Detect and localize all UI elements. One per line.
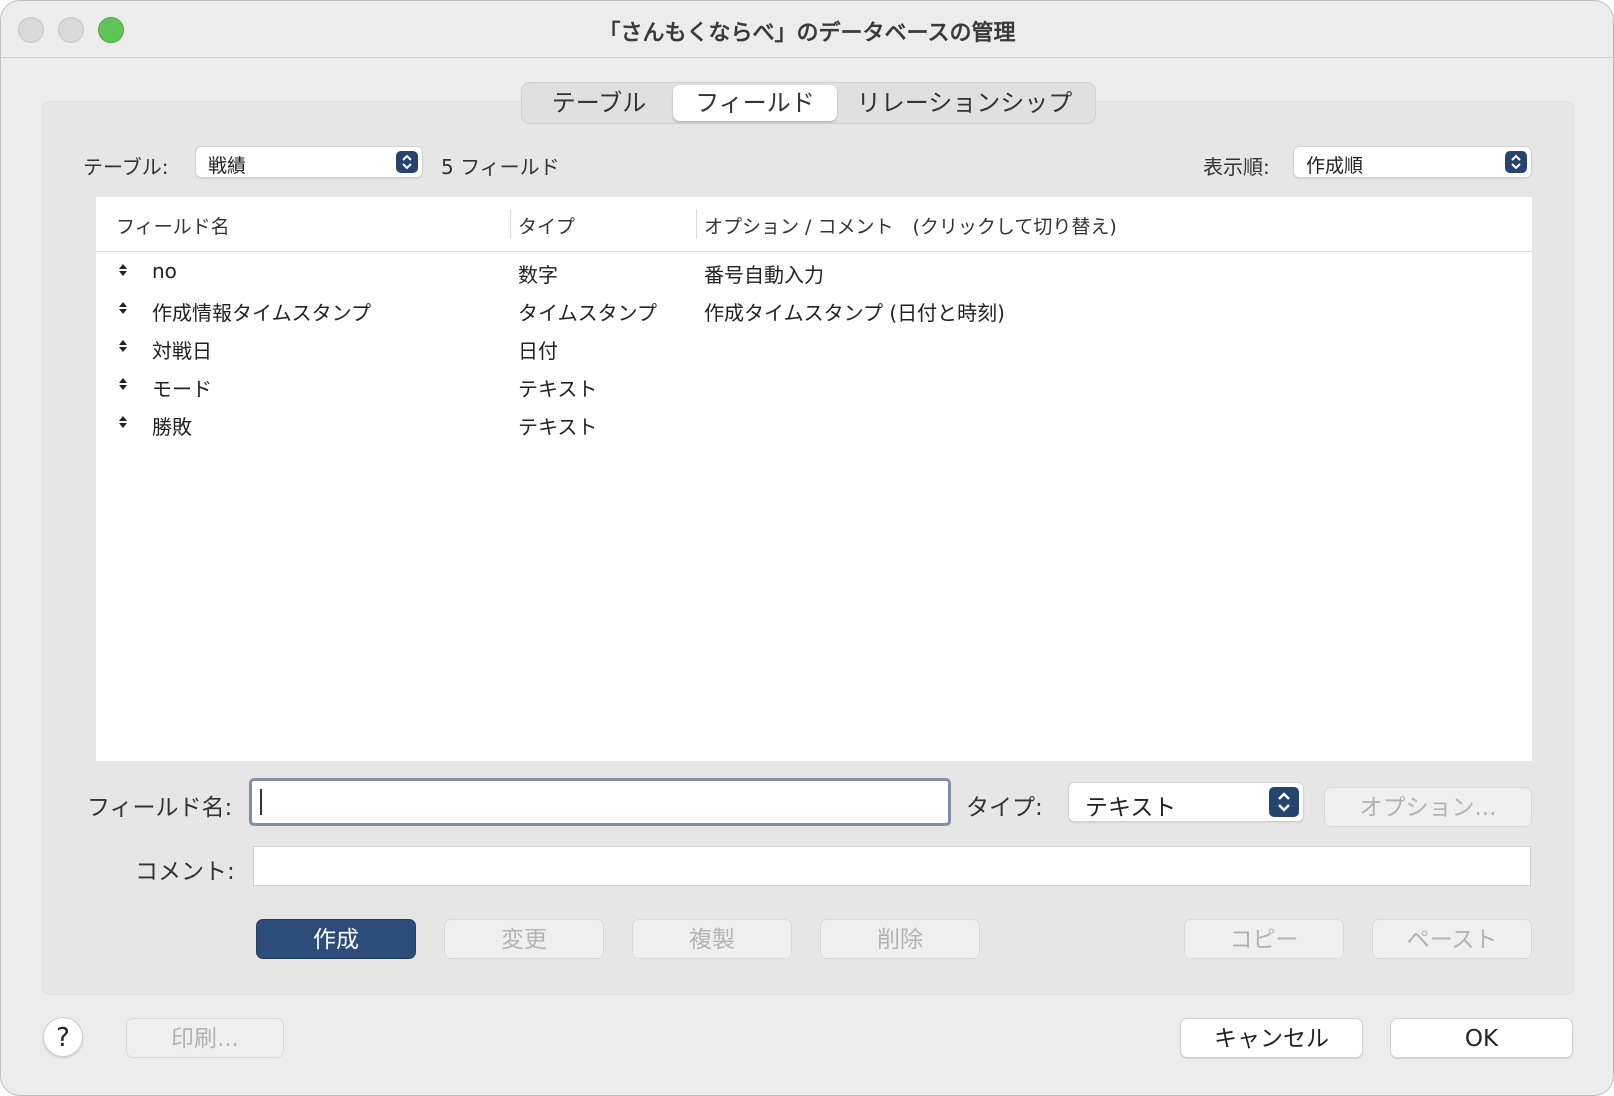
- drag-handle-icon[interactable]: [118, 300, 128, 320]
- sort-order-label: 表示順:: [1203, 155, 1270, 179]
- type-label: タイプ:: [966, 795, 1043, 821]
- field-name-cell: 作成情報タイムスタンプ: [152, 301, 371, 325]
- comment-label: コメント:: [135, 859, 235, 885]
- tab-relationships[interactable]: リレーションシップ: [837, 85, 1092, 121]
- table-row[interactable]: 勝敗 テキスト: [96, 405, 1532, 443]
- table-select-value: 戦績: [208, 155, 247, 177]
- column-header-options[interactable]: オプション / コメント (クリックして切り替え): [704, 212, 1117, 239]
- window-title: 「さんもくならべ」のデータベースの管理: [598, 21, 1016, 46]
- chevron-updown-icon: [1505, 151, 1527, 173]
- ok-button[interactable]: OK: [1390, 1018, 1573, 1058]
- field-type-value: テキスト: [1085, 795, 1177, 821]
- field-name-label: フィールド名:: [87, 795, 233, 821]
- field-count: 5 フィールド: [441, 155, 560, 179]
- table-row[interactable]: 対戦日 日付: [96, 329, 1532, 367]
- change-button[interactable]: 変更: [444, 919, 604, 959]
- table-row[interactable]: モード テキスト: [96, 367, 1532, 405]
- field-type-cell: 日付: [518, 339, 558, 363]
- chevron-updown-icon: [396, 151, 418, 173]
- field-name-cell: 対戦日: [152, 339, 212, 363]
- field-options-cell: 番号自動入力: [704, 263, 824, 287]
- table-header: フィールド名 タイプ オプション / コメント (クリックして切り替え): [96, 197, 1532, 252]
- comment-input[interactable]: [253, 846, 1531, 886]
- field-type-cell: テキスト: [518, 415, 598, 439]
- table-row[interactable]: 作成情報タイムスタンプ タイムスタンプ 作成タイムスタンプ (日付と時刻): [96, 291, 1532, 329]
- field-name-cell: 勝敗: [152, 415, 192, 439]
- sort-order-value: 作成順: [1306, 155, 1364, 177]
- field-type-select[interactable]: テキスト: [1068, 782, 1304, 822]
- manage-database-window: 「さんもくならべ」のデータベースの管理 テーブル フィールド リレーションシップ…: [0, 0, 1614, 1096]
- delete-button[interactable]: 削除: [820, 919, 980, 959]
- copy-button[interactable]: コピー: [1184, 919, 1344, 959]
- field-options-cell: 作成タイムスタンプ (日付と時刻): [704, 301, 1005, 325]
- options-button[interactable]: オプション...: [1324, 787, 1532, 827]
- tab-fields[interactable]: フィールド: [673, 85, 837, 121]
- drag-handle-icon[interactable]: [118, 338, 128, 358]
- field-name-cell: モード: [152, 377, 212, 401]
- field-type-cell: タイムスタンプ: [518, 301, 657, 325]
- paste-button[interactable]: ペースト: [1372, 919, 1532, 959]
- drag-handle-icon[interactable]: [118, 262, 128, 282]
- cancel-button[interactable]: キャンセル: [1180, 1018, 1363, 1058]
- tab-bar: テーブル フィールド リレーションシップ: [521, 82, 1096, 124]
- print-button[interactable]: 印刷...: [126, 1018, 284, 1058]
- create-button[interactable]: 作成: [256, 919, 416, 959]
- column-header-field-name[interactable]: フィールド名: [116, 212, 230, 239]
- tab-tables[interactable]: テーブル: [525, 85, 673, 121]
- column-divider[interactable]: [696, 209, 697, 239]
- field-type-cell: 数字: [518, 263, 558, 287]
- table-select-label: テーブル:: [83, 155, 169, 179]
- field-name-input[interactable]: [249, 778, 951, 826]
- column-header-type[interactable]: タイプ: [518, 212, 575, 239]
- sort-order-select[interactable]: 作成順: [1293, 146, 1532, 178]
- column-divider[interactable]: [510, 209, 511, 239]
- duplicate-button[interactable]: 複製: [632, 919, 792, 959]
- field-type-cell: テキスト: [518, 377, 598, 401]
- help-button[interactable]: ?: [43, 1017, 83, 1057]
- chevron-updown-icon: [1269, 787, 1299, 817]
- drag-handle-icon[interactable]: [118, 376, 128, 396]
- text-cursor: [260, 789, 262, 815]
- table-row[interactable]: no 数字 番号自動入力: [96, 253, 1532, 291]
- field-name-cell: no: [152, 259, 177, 283]
- title-bar: 「さんもくならべ」のデータベースの管理: [1, 1, 1613, 58]
- table-select[interactable]: 戦績: [195, 146, 423, 178]
- drag-handle-icon[interactable]: [118, 414, 128, 434]
- fields-table: フィールド名 タイプ オプション / コメント (クリックして切り替え) no …: [96, 197, 1532, 761]
